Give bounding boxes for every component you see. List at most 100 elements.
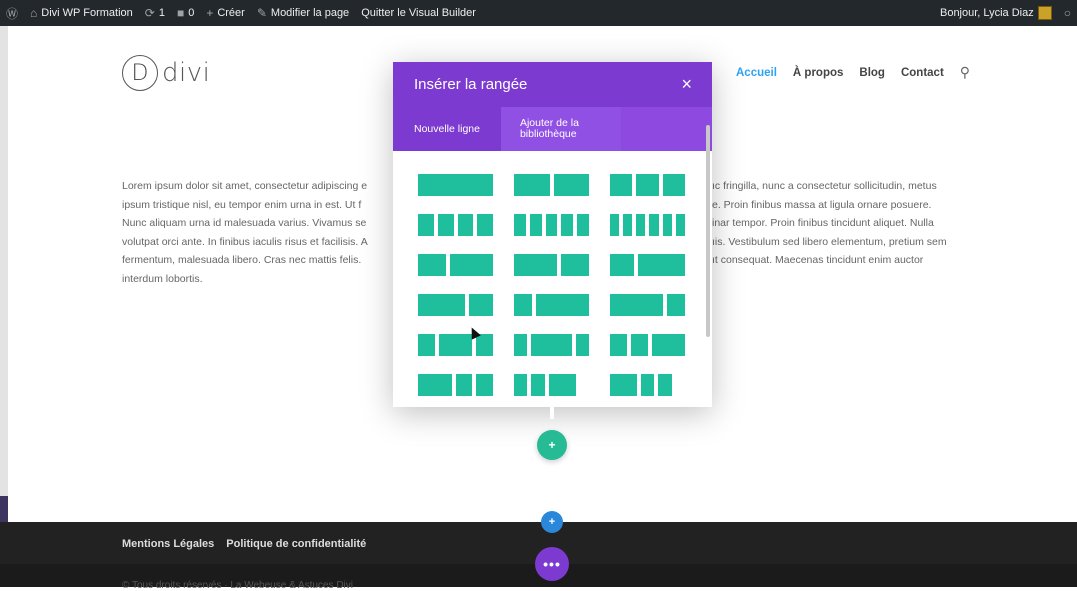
row-layout-option[interactable]: [610, 294, 685, 316]
create-label: Créer: [217, 7, 245, 19]
scrollbar[interactable]: [706, 125, 710, 337]
row-layout-column: [610, 294, 664, 316]
modal-header: Insérer la rangée ×: [393, 62, 712, 107]
wordpress-logo-icon[interactable]: Ⓦ: [0, 0, 24, 26]
search-toggle-icon[interactable]: ○: [1058, 0, 1077, 26]
row-layout-column: [636, 174, 659, 196]
row-layout-option[interactable]: [418, 174, 493, 196]
text-line: fermentum, malesuada libero. Cras nec ma…: [122, 254, 362, 266]
row-layout-column: [675, 214, 685, 236]
row-layout-option[interactable]: [610, 254, 685, 276]
comment-icon: ■: [176, 6, 185, 20]
dashboard-icon: ⌂: [30, 6, 38, 20]
row-layout-option[interactable]: [418, 334, 493, 356]
row-layout-option[interactable]: [514, 214, 589, 236]
site-name-link[interactable]: ⌂ Divi WP Formation: [24, 0, 139, 26]
page-settings-button[interactable]: •••: [535, 547, 569, 581]
greeting: Bonjour, Lycia Diaz: [939, 7, 1034, 19]
close-icon[interactable]: ×: [681, 74, 692, 95]
row-layout-column: [476, 334, 493, 356]
row-layout-column: [514, 214, 526, 236]
logo-circle: D: [122, 55, 158, 91]
main-nav: Accueil À propos Blog Contact ⚲: [736, 64, 970, 81]
text-module-left: Lorem ipsum dolor sit amet, consectetur …: [122, 177, 394, 288]
row-layout-column: [637, 254, 685, 276]
row-layout-column: [577, 214, 589, 236]
row-layout-column: [610, 254, 634, 276]
tab-new-row[interactable]: Nouvelle ligne: [393, 107, 501, 151]
comments-count: 0: [188, 7, 195, 19]
edit-page-link[interactable]: ✎ Modifier la page: [251, 0, 355, 26]
row-layout-column: [529, 214, 542, 236]
row-layout-column: [640, 374, 655, 396]
row-layout-option[interactable]: [514, 174, 589, 196]
footer-links: Mentions Légales Politique de confidenti…: [122, 538, 366, 550]
row-layout-column: [575, 334, 589, 356]
edit-page-label: Modifier la page: [270, 7, 350, 19]
user-account-link[interactable]: Bonjour, Lycia Diaz: [934, 0, 1058, 26]
add-row-button[interactable]: +: [537, 430, 567, 460]
exit-builder-label: Quitter le Visual Builder: [361, 7, 476, 19]
plus-icon: +: [206, 6, 214, 20]
row-layout-column: [477, 214, 493, 236]
row-layout-column: [535, 294, 589, 316]
text-line: ipsum tristique nisl, eu tempor enim urn…: [122, 198, 362, 211]
row-layout-column: [553, 174, 589, 196]
nav-item-accueil[interactable]: Accueil: [736, 67, 777, 79]
row-layout-column: [514, 334, 528, 356]
row-layout-option[interactable]: [418, 214, 493, 236]
row-layout-column: [457, 214, 474, 236]
row-layout-option[interactable]: [514, 334, 589, 356]
nav-item-contact[interactable]: Contact: [901, 67, 944, 79]
site-name: Divi WP Formation: [41, 7, 133, 19]
row-layout-column: [610, 334, 627, 356]
row-layout-option[interactable]: [610, 334, 685, 356]
row-layout-column: [658, 374, 672, 396]
nav-item-a-propos[interactable]: À propos: [793, 67, 843, 79]
row-layout-option[interactable]: [514, 374, 589, 396]
row-layout-option[interactable]: [514, 254, 589, 276]
footer-link-mentions[interactable]: Mentions Légales: [122, 538, 214, 550]
row-layout-option[interactable]: [610, 214, 685, 236]
search-icon[interactable]: ⚲: [960, 64, 970, 81]
admin-bar: Ⓦ ⌂ Divi WP Formation ⟳ 1 ■ 0 + Créer ✎ …: [0, 0, 1077, 26]
row-layout-column: [662, 214, 672, 236]
row-layout-column: [455, 374, 473, 396]
row-layout-column: [438, 334, 473, 356]
footer-link-privacy[interactable]: Politique de confidentialité: [226, 538, 366, 550]
builder-left-strip: [0, 26, 8, 587]
row-layout-column: [651, 334, 685, 356]
nav-item-blog[interactable]: Blog: [859, 67, 885, 79]
row-layout-column: [531, 374, 545, 396]
row-layout-option[interactable]: [610, 374, 685, 396]
row-layout-column: [610, 214, 620, 236]
row-layout-column: [561, 214, 574, 236]
add-section-button[interactable]: +: [541, 511, 563, 533]
updates-link[interactable]: ⟳ 1: [139, 0, 171, 26]
tab-add-from-library[interactable]: Ajouter de la bibliothèque: [500, 107, 621, 151]
exit-visual-builder-link[interactable]: Quitter le Visual Builder: [355, 0, 482, 26]
copyright: © Tous droits réservés · La Webeuse & As…: [122, 580, 353, 591]
row-layout-column: [418, 214, 434, 236]
updates-icon: ⟳: [144, 6, 155, 20]
row-layout-option[interactable]: [418, 254, 493, 276]
comments-link[interactable]: ■ 0: [171, 0, 200, 26]
text-line: ıt consequat. Maecenas tincidunt enim au…: [712, 254, 924, 266]
row-layout-column: [545, 214, 558, 236]
updates-count: 1: [158, 7, 165, 19]
row-layout-column: [610, 374, 637, 396]
text-line: interdum lobortis.: [122, 272, 203, 285]
row-layout-option[interactable]: [418, 374, 493, 396]
site-logo[interactable]: D divi: [122, 55, 210, 91]
text-line: e. Proin finibus massa at ligula ornare …: [712, 198, 932, 211]
row-layout-column: [514, 294, 532, 316]
row-layout-column: [514, 254, 557, 276]
row-layout-column: [548, 374, 576, 396]
row-layout-option[interactable]: [514, 294, 589, 316]
row-layout-column: [418, 374, 452, 396]
create-link[interactable]: + Créer: [200, 0, 251, 26]
row-layout-column: [610, 174, 633, 196]
row-layout-option[interactable]: [418, 294, 493, 316]
row-layout-option[interactable]: [610, 174, 685, 196]
pencil-icon: ✎: [256, 6, 267, 20]
